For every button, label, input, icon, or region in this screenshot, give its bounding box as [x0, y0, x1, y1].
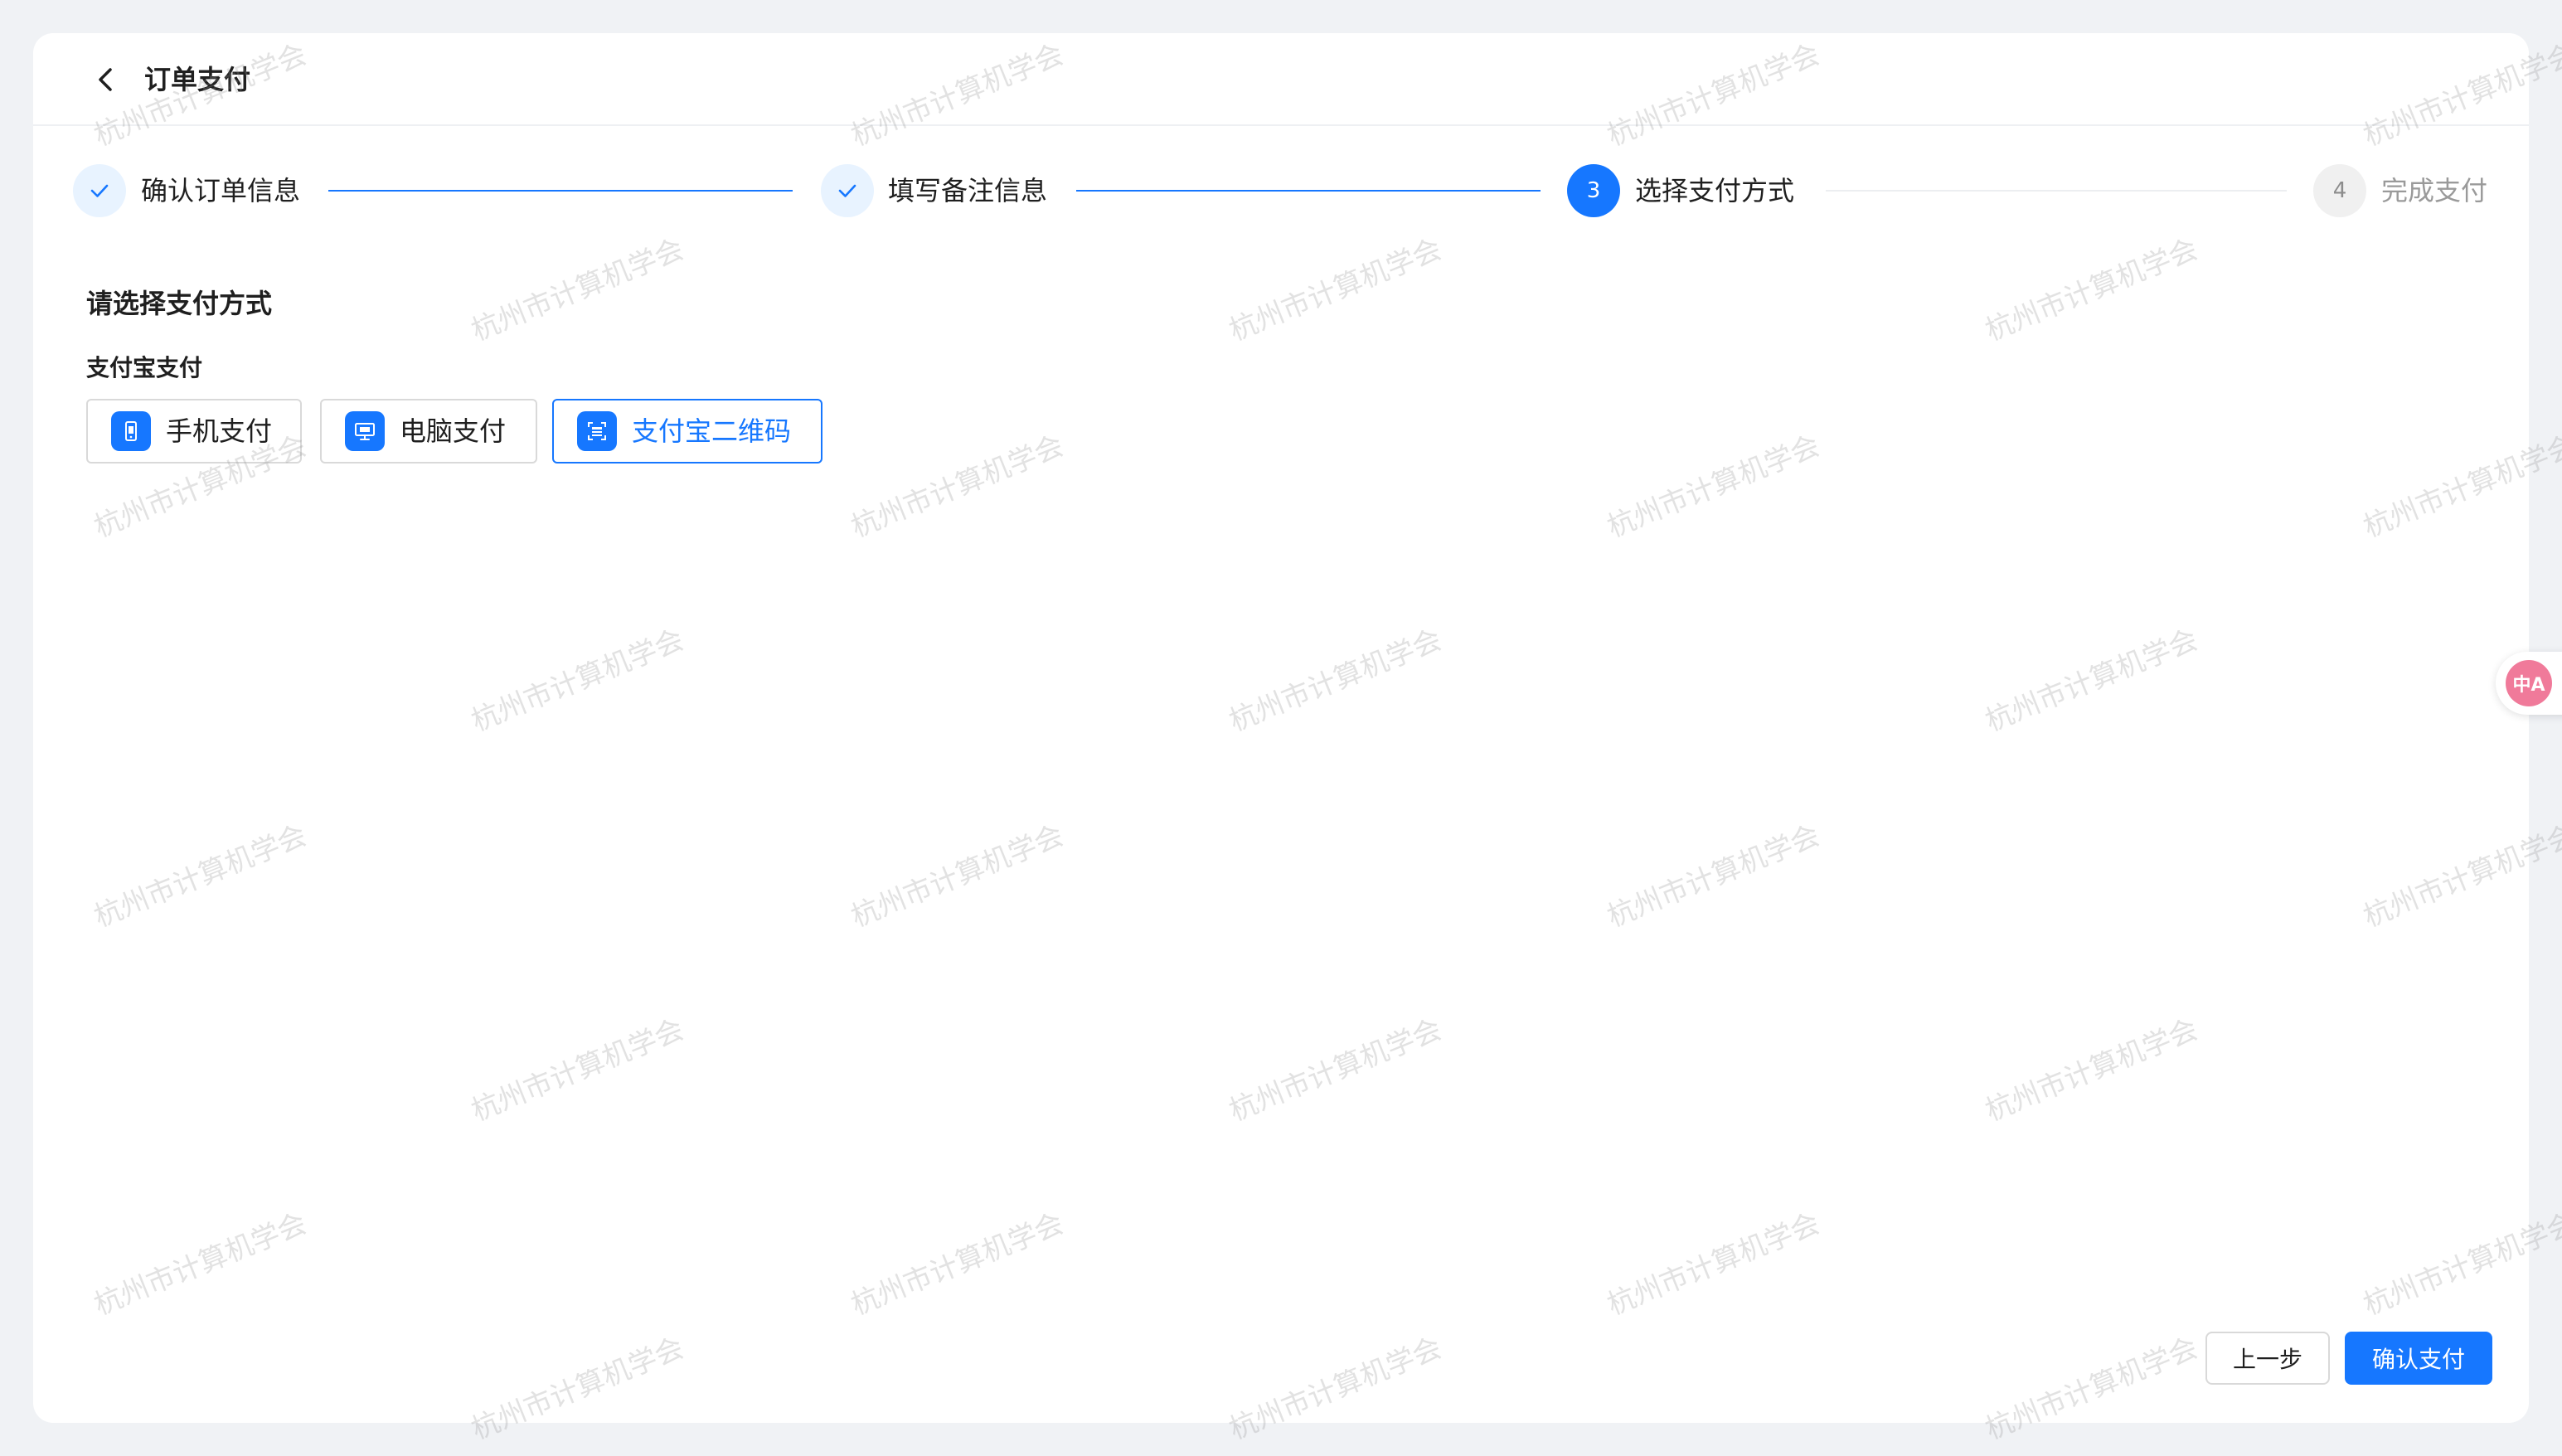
page-header: 订单支付 — [33, 33, 2529, 126]
payment-card: 订单支付 确认订单信息 填写备注信息 3 选择支付方式 4 完成支付 请选择支付… — [33, 33, 2529, 1423]
mobile-icon — [111, 411, 151, 451]
step-1-icon — [73, 164, 126, 217]
desktop-pay-option[interactable]: 电脑支付 — [320, 399, 537, 463]
step-4-number: 4 — [2332, 178, 2347, 203]
page-title: 订单支付 — [144, 64, 251, 95]
translate-widget[interactable]: 中A — [2496, 652, 2562, 715]
step-2-label: 填写备注信息 — [888, 175, 1048, 206]
prev-step-button[interactable]: 上一步 — [2205, 1332, 2330, 1385]
qrcode-icon — [577, 411, 617, 451]
check-icon — [90, 184, 109, 197]
confirm-pay-button[interactable]: 确认支付 — [2345, 1332, 2492, 1385]
check-icon — [838, 184, 856, 197]
step-3-connector — [1826, 190, 2287, 192]
step-1-label: 确认订单信息 — [141, 175, 301, 206]
section-title: 请选择支付方式 — [86, 288, 273, 319]
step-4-label: 完成支付 — [2381, 175, 2488, 206]
step-3-number: 3 — [1586, 178, 1601, 203]
alipay-group-title: 支付宝支付 — [86, 354, 203, 381]
translate-icon: 中A — [2506, 660, 2552, 706]
desktop-icon — [345, 411, 385, 451]
mobile-pay-option[interactable]: 手机支付 — [86, 399, 302, 463]
alipay-qrcode-label: 支付宝二维码 — [632, 415, 792, 447]
step-1-connector — [328, 190, 793, 192]
desktop-pay-label: 电脑支付 — [400, 415, 507, 447]
step-4-icon: 4 — [2313, 164, 2366, 217]
chevron-left-icon[interactable] — [86, 60, 126, 99]
step-2-icon — [821, 164, 874, 217]
step-3-label: 选择支付方式 — [1635, 175, 1795, 206]
step-2-connector — [1076, 190, 1541, 192]
step-3-icon: 3 — [1567, 164, 1620, 217]
mobile-pay-label: 手机支付 — [166, 415, 273, 447]
alipay-qrcode-option[interactable]: 支付宝二维码 — [552, 399, 822, 463]
